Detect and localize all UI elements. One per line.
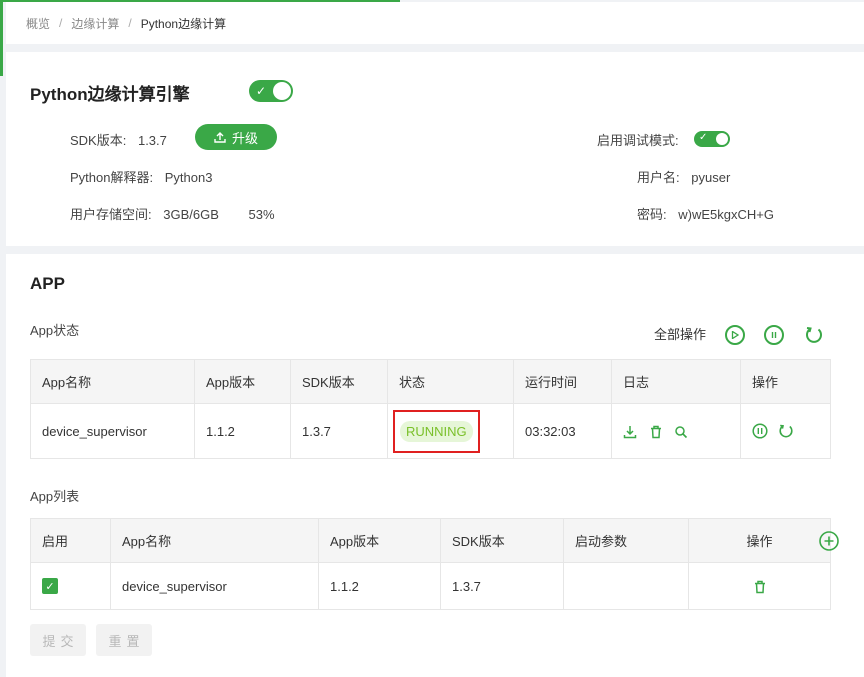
storage-row: 用户存储空间: 3GB/6GB 53% [70,204,275,223]
download-icon [623,425,637,439]
upload-icon [214,132,226,143]
app-name-cell: device_supervisor [30,403,195,459]
app-list-table: 启用 App名称 App版本 SDK版本 启动参数 操作 ✓ device_su… [30,518,831,610]
sdk-version-label: SDK版本: [70,133,127,148]
pause-app-button[interactable] [752,423,768,439]
engine-title: Python边缘计算引擎 [30,85,190,104]
upgrade-label: 升级 [231,130,258,146]
restart-app-button[interactable] [778,423,794,439]
column-header: App版本 [318,518,441,563]
debug-mode-toggle[interactable]: ✓ [694,131,730,147]
delete-log-button[interactable] [649,425,663,439]
column-header: App名称 [110,518,319,563]
column-header: SDK版本 [440,518,564,563]
debug-label: 启用调试模式: [597,133,679,148]
sdk-version-cell: 1.3.7 [440,562,564,610]
app-list-title: App列表 [30,489,80,504]
sdk-version-cell: 1.3.7 [290,403,388,459]
username-value: pyuser [691,170,731,185]
column-header: 运行时间 [513,359,612,404]
app-version-cell: 1.1.2 [194,403,291,459]
table-header-row: App名称 App版本 SDK版本 状态 运行时间 日志 操作 [30,359,831,404]
status-badge: RUNNING [400,420,473,442]
play-all-button[interactable] [725,325,745,345]
runtime-cell: 03:32:03 [513,403,612,459]
trash-icon [754,580,765,594]
engine-card: Python边缘计算引擎 ✓ SDK版本: 1.3.7 升级 Python解释器… [6,52,864,246]
column-header: SDK版本 [290,359,388,404]
password-row: 密码: w)wE5kgxCH+G [637,204,774,223]
sdk-version-value: 1.3.7 [137,133,167,148]
sdk-version-row: SDK版本: 1.3.7 [70,130,167,149]
column-header: 操作 [740,359,831,404]
breadcrumb-current: Python边缘计算 [140,16,227,31]
check-icon: ✓ [699,132,708,143]
reset-button[interactable]: 重置 [96,624,152,656]
refresh-icon [779,424,793,438]
operation-cell [688,562,831,610]
download-log-button[interactable] [623,425,637,439]
column-header: 状态 [387,359,514,404]
app-section-title: APP [30,274,65,293]
operation-cell [740,403,831,459]
upgrade-button[interactable]: 升级 [195,124,277,150]
add-app-button[interactable] [819,531,839,554]
password-value: w)wE5kgxCH+G [678,207,774,222]
refresh-icon [806,327,822,343]
app-name-cell: device_supervisor [110,562,319,610]
column-header: 启动参数 [563,518,689,563]
table-row: device_supervisor 1.1.2 1.3.7 RUNNING 03… [30,403,831,459]
status-highlight: RUNNING [393,409,480,453]
password-label: 密码: [637,207,667,222]
check-icon: ✓ [45,580,55,593]
status-cell: RUNNING [387,403,514,459]
app-status-table: App名称 App版本 SDK版本 状态 运行时间 日志 操作 device_s… [30,359,831,459]
all-operations-label: 全部操作 [654,327,707,342]
pause-all-button[interactable] [764,325,784,345]
interpreter-value: Python3 [164,170,213,185]
column-header: 日志 [611,359,741,404]
table-row: ✓ device_supervisor 1.1.2 1.3.7 [30,562,831,610]
column-header: App版本 [194,359,291,404]
restart-all-button[interactable] [804,325,824,348]
trash-icon [650,425,661,439]
side-accent-line [0,0,3,76]
column-header: App名称 [30,359,195,404]
search-icon [675,426,688,438]
pause-icon [752,423,768,439]
delete-app-button[interactable] [753,580,767,594]
storage-label: 用户存储空间: [70,207,152,222]
column-header: 操作 [688,518,831,563]
interpreter-label: Python解释器: [70,170,154,185]
breadcrumb-separator: / [59,16,63,30]
breadcrumb-overview[interactable]: 概览 [26,15,50,32]
username-row: 用户名: pyuser [637,167,730,186]
enable-checkbox[interactable]: ✓ [42,578,58,595]
plus-icon [819,531,839,551]
breadcrumb-edge-computing[interactable]: 边缘计算 [71,15,119,32]
app-version-cell: 1.1.2 [318,562,441,610]
pause-icon [771,332,777,338]
breadcrumb-separator: / [128,16,132,30]
storage-value: 3GB/6GB [163,207,219,222]
username-label: 用户名: [637,170,680,185]
engine-enable-toggle[interactable]: ✓ [249,80,293,102]
params-cell[interactable] [563,562,689,610]
play-icon [731,331,739,339]
enable-cell: ✓ [30,562,111,610]
storage-percent: 53% [248,207,275,222]
submit-button[interactable]: 提交 [30,624,86,656]
table-header-row: 启用 App名称 App版本 SDK版本 启动参数 操作 [30,518,831,563]
breadcrumb: 概览 / 边缘计算 / Python边缘计算 [6,2,864,44]
log-cell [611,403,741,459]
interpreter-row: Python解释器: Python3 [70,167,212,186]
app-card: APP App状态 全部操作 App名称 App版本 SDK版本 状态 运行时间… [6,254,864,677]
app-status-title: App状态 [30,323,80,338]
check-icon: ✓ [256,84,267,98]
view-log-button[interactable] [674,425,688,439]
column-header: 启用 [30,518,111,563]
